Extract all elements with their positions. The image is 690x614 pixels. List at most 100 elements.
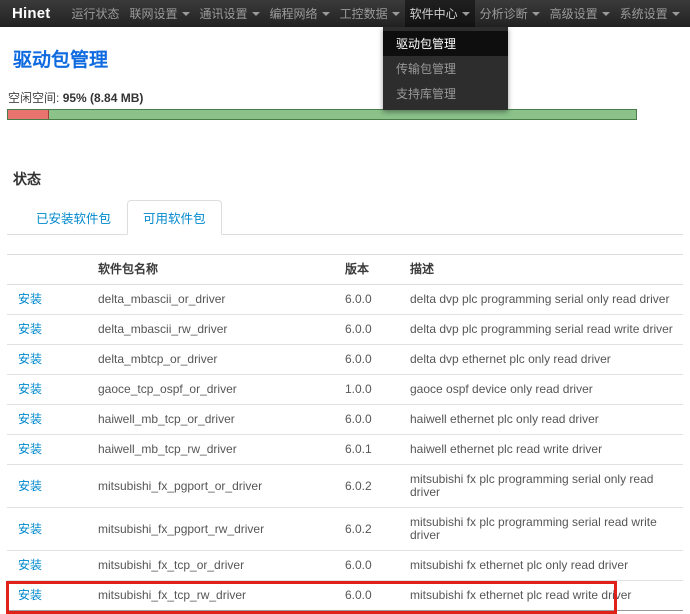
nav-item-network-settings[interactable]: 联网设置 — [125, 0, 195, 29]
col-header-name: 软件包名称 — [98, 255, 345, 285]
table-row: 安装 gaoce_tcp_ospf_or_driver 1.0.0 gaoce … — [7, 375, 683, 405]
install-link[interactable]: 安装 — [18, 588, 42, 602]
package-version: 6.0.0 — [345, 405, 410, 435]
table-row: 安装 mitsubishi_fx_tcp_or_driver 6.0.0 mit… — [7, 551, 683, 581]
nav-item-label: 运行状态 — [72, 5, 120, 22]
install-link[interactable]: 安装 — [18, 412, 42, 426]
nav-item-label: 编程网络 — [270, 5, 318, 22]
package-version: 6.0.0 — [345, 551, 410, 581]
nav-item-label: 系统设置 — [620, 5, 668, 22]
dropdown-item-support-library-mgmt[interactable]: 支持库管理 — [383, 81, 508, 106]
nav-item-label: 软件中心 — [410, 5, 458, 22]
nav-item-label: 通讯设置 — [200, 5, 248, 22]
table-row: 安装 delta_mbascii_or_driver 6.0.0 delta d… — [7, 285, 683, 315]
status-section-heading: 状态 — [13, 169, 683, 189]
package-version: 6.0.0 — [345, 315, 410, 345]
package-version: 6.0.0 — [345, 285, 410, 315]
package-tabs: 已安装软件包 可用软件包 — [7, 200, 683, 235]
chevron-down-icon — [322, 12, 330, 16]
package-version: 6.0.0 — [345, 345, 410, 375]
package-version: 6.0.0 — [345, 581, 410, 611]
col-header-description: 描述 — [410, 255, 683, 285]
nav-item-comm-settings[interactable]: 通讯设置 — [195, 0, 265, 29]
chevron-down-icon — [672, 12, 680, 16]
nav-item-label: 高级设置 — [550, 5, 598, 22]
free-space-value: 95% (8.84 MB) — [63, 91, 144, 105]
package-table-wrap: 软件包名称 版本 描述 安装 delta_mbascii_or_driver 6… — [7, 254, 683, 611]
table-row: 安装 delta_mbtcp_or_driver 6.0.0 delta dvp… — [7, 345, 683, 375]
nav-item-logout[interactable]: 退出 — [685, 0, 690, 29]
col-header-version: 版本 — [345, 255, 410, 285]
package-version: 6.0.2 — [345, 465, 410, 508]
package-name: haiwell_mb_tcp_rw_driver — [98, 435, 345, 465]
free-space-label: 空闲空间: 95% (8.84 MB) — [8, 89, 683, 106]
nav-item-industrial-data[interactable]: 工控数据 — [335, 0, 405, 29]
install-link[interactable]: 安装 — [18, 522, 42, 536]
nav-item-label: 分析诊断 — [480, 5, 528, 22]
install-link[interactable]: 安装 — [18, 292, 42, 306]
free-space-progressbar — [7, 109, 637, 120]
package-name: delta_mbascii_rw_driver — [98, 315, 345, 345]
page-title: 驱动包管理 — [13, 45, 683, 72]
package-description: delta dvp plc programming serial only re… — [410, 285, 683, 315]
package-description: haiwell ethernet plc read write driver — [410, 435, 683, 465]
chevron-down-icon — [182, 12, 190, 16]
package-name: mitsubishi_fx_pgport_or_driver — [98, 465, 345, 508]
free-space-caption: 空闲空间: — [8, 91, 59, 105]
chevron-down-icon — [392, 12, 400, 16]
package-name: haiwell_mb_tcp_or_driver — [98, 405, 345, 435]
package-name: mitsubishi_fx_tcp_or_driver — [98, 551, 345, 581]
table-row: 安装 haiwell_mb_tcp_or_driver 6.0.0 haiwel… — [7, 405, 683, 435]
col-header-install — [7, 255, 98, 285]
brand-logo[interactable]: Hinet — [12, 5, 51, 22]
package-version: 1.0.0 — [345, 375, 410, 405]
dropdown-item-transfer-package-mgmt[interactable]: 传输包管理 — [383, 56, 508, 81]
dropdown-item-driver-package-mgmt[interactable]: 驱动包管理 — [383, 31, 508, 56]
chevron-down-icon — [252, 12, 260, 16]
package-name: delta_mbtcp_or_driver — [98, 345, 345, 375]
tab-available-packages[interactable]: 可用软件包 — [127, 200, 222, 235]
install-link[interactable]: 安装 — [18, 442, 42, 456]
table-row-highlighted: 安装 mitsubishi_fx_tcp_rw_driver 6.0.0 mit… — [7, 581, 683, 611]
nav-item-label: 工控数据 — [340, 5, 388, 22]
package-table: 软件包名称 版本 描述 安装 delta_mbascii_or_driver 6… — [7, 254, 683, 611]
tab-installed-packages[interactable]: 已安装软件包 — [20, 200, 127, 235]
package-description: delta dvp ethernet plc only read driver — [410, 345, 683, 375]
package-description: gaoce ospf device only read driver — [410, 375, 683, 405]
page-content: 驱动包管理 空闲空间: 95% (8.84 MB) 状态 已安装软件包 可用软件… — [0, 45, 690, 611]
chevron-down-icon — [532, 12, 540, 16]
chevron-down-icon — [602, 12, 610, 16]
chevron-down-icon — [462, 12, 470, 16]
nav-item-advanced-settings[interactable]: 高级设置 — [545, 0, 615, 29]
package-description: mitsubishi fx plc programming serial rea… — [410, 508, 683, 551]
package-description: haiwell ethernet plc only read driver — [410, 405, 683, 435]
package-description: mitsubishi fx ethernet plc only read dri… — [410, 551, 683, 581]
nav-item-analysis-diagnosis[interactable]: 分析诊断 — [475, 0, 545, 29]
package-name: mitsubishi_fx_pgport_rw_driver — [98, 508, 345, 551]
package-name: gaoce_tcp_ospf_or_driver — [98, 375, 345, 405]
package-description: delta dvp plc programming serial read wr… — [410, 315, 683, 345]
table-row: 安装 mitsubishi_fx_pgport_rw_driver 6.0.2 … — [7, 508, 683, 551]
software-center-dropdown: 驱动包管理 传输包管理 支持库管理 — [383, 27, 508, 110]
package-version: 6.0.1 — [345, 435, 410, 465]
table-header-row: 软件包名称 版本 描述 — [7, 255, 683, 285]
top-navbar: Hinet 运行状态 联网设置 通讯设置 编程网络 工控数据 软件中心 分析诊断… — [0, 0, 690, 27]
package-name: mitsubishi_fx_tcp_rw_driver — [98, 581, 345, 611]
install-link[interactable]: 安装 — [18, 558, 42, 572]
package-version: 6.0.2 — [345, 508, 410, 551]
nav-item-programming-network[interactable]: 编程网络 — [265, 0, 335, 29]
install-link[interactable]: 安装 — [18, 479, 42, 493]
package-description: mitsubishi fx ethernet plc read write dr… — [410, 581, 683, 611]
package-description: mitsubishi fx plc programming serial onl… — [410, 465, 683, 508]
install-link[interactable]: 安装 — [18, 352, 42, 366]
table-row: 安装 delta_mbascii_rw_driver 6.0.0 delta d… — [7, 315, 683, 345]
install-link[interactable]: 安装 — [18, 322, 42, 336]
package-name: delta_mbascii_or_driver — [98, 285, 345, 315]
nav-item-system-settings[interactable]: 系统设置 — [615, 0, 685, 29]
table-row: 安装 haiwell_mb_tcp_rw_driver 6.0.1 haiwel… — [7, 435, 683, 465]
used-space-segment — [8, 110, 49, 119]
table-row: 安装 mitsubishi_fx_pgport_or_driver 6.0.2 … — [7, 465, 683, 508]
nav-item-software-center[interactable]: 软件中心 — [405, 0, 475, 29]
install-link[interactable]: 安装 — [18, 382, 42, 396]
nav-item-running-status[interactable]: 运行状态 — [67, 0, 125, 29]
